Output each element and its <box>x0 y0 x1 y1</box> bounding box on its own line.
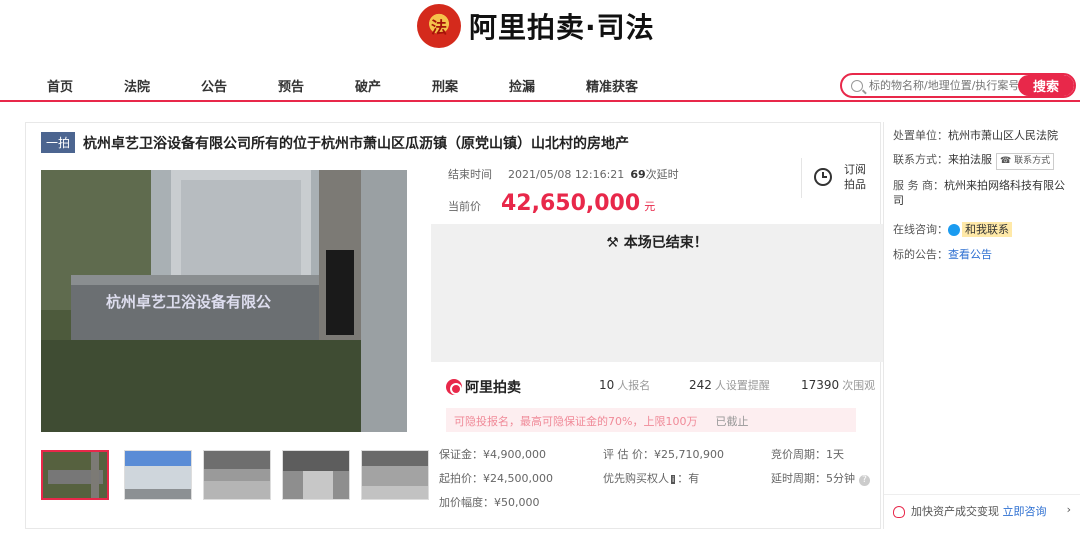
court-row: 处置单位：杭州市萧山区人民法院 <box>893 129 1058 142</box>
alibaba-auction-icon <box>446 379 462 395</box>
brand-logo[interactable]: 法 阿里拍卖·司法 <box>417 4 655 48</box>
deposit: 保证金：¥4,900,000 <box>439 448 546 461</box>
contact-method-button[interactable]: ☎ 联系方式 <box>996 153 1055 170</box>
thumbnail[interactable] <box>203 450 271 500</box>
service-row: 服 务 商：杭州来拍网络科技有限公司 <box>893 179 1065 207</box>
nav-preview[interactable]: 预告 <box>278 76 304 95</box>
current-price: 42,650,000 <box>501 191 641 216</box>
end-time-value: 2021/05/08 12:16:21 <box>508 168 625 181</box>
subscribe-button[interactable]: 订阅拍品 <box>801 158 881 198</box>
contact-row: 联系方式：来拍法服 ☎ 联系方式 <box>893 152 1055 170</box>
brand-name: 阿里拍卖·司法 <box>469 11 655 44</box>
views-stat: 17390 次围观 <box>801 378 876 392</box>
photo-thumbnails <box>41 450 429 500</box>
bulb-icon <box>893 506 905 518</box>
nav-bankruptcy[interactable]: 破产 <box>355 76 381 95</box>
delay-text: 次延时 <box>645 168 679 181</box>
price-unit: 元 <box>644 200 656 213</box>
lot-title-row: 一拍 杭州卓艺卫浴设备有限公司所有的位于杭州市萧山区瓜沥镇（原党山镇）山北村的房… <box>41 132 629 153</box>
auction-ended-text: ⚒ 本场已结束！ <box>606 235 708 251</box>
chevron-right-icon: › <box>1066 503 1071 516</box>
loan-notice[interactable]: 可隐投报名，最高可隐保证金的70%，上限100万 已截止 <box>446 408 856 432</box>
appraisal-price: 评 估 价：¥25,710,900 <box>603 448 724 461</box>
delay-count: 69 <box>630 168 646 181</box>
lot-title: 杭州卓艺卫浴设备有限公司所有的位于杭州市萧山区瓜沥镇（原党山镇）山北村的房地产 <box>83 135 630 152</box>
lot-card: 一拍 杭州卓艺卫浴设备有限公司所有的位于杭州市萧山区瓜沥镇（原党山镇）山北村的房… <box>25 122 883 529</box>
consult-now-link[interactable]: 立即咨询 <box>1003 505 1047 518</box>
auction-info: 结束时间 2021/05/08 12:16:21 69次延时 当前价 42,650,… <box>431 158 883 523</box>
svg-text:杭州卓艺卫浴设备有限公: 杭州卓艺卫浴设备有限公 <box>106 293 271 311</box>
alarm-clock-icon <box>814 168 832 186</box>
contact-me-button[interactable]: 和我联系 <box>962 222 1012 237</box>
price-label: 当前价 <box>448 200 481 213</box>
view-announcement-link[interactable]: 查看公告 <box>948 248 992 261</box>
site-header: 法 阿里拍卖·司法 <box>0 0 1080 68</box>
help-icon[interactable]: ? <box>859 475 870 486</box>
court-emblem-icon: 法 <box>417 4 461 48</box>
thumbnail[interactable] <box>361 450 429 500</box>
main-photo[interactable]: 杭州卓艺卫浴设备有限公 <box>41 170 407 432</box>
search-input[interactable] <box>869 79 1019 92</box>
nav-court[interactable]: 法院 <box>124 76 150 95</box>
info-badge-icon: i <box>671 475 676 484</box>
search-button[interactable]: 搜索 <box>1018 75 1074 96</box>
subscribe-label: 订阅拍品 <box>844 163 866 191</box>
consult-footer[interactable]: 加快资产成交变现 立即咨询 › <box>884 494 1080 529</box>
nav-criminal[interactable]: 刑案 <box>432 76 458 95</box>
reminders-stat: 242 人设置提醒 <box>689 378 770 392</box>
court-sidebar: 处置单位：杭州市萧山区人民法院 联系方式：来拍法服 ☎ 联系方式 服 务 商：杭州… <box>883 122 1080 529</box>
court-name[interactable]: 杭州市萧山区人民法院 <box>948 129 1058 142</box>
search-bar: 搜索 <box>840 73 1076 98</box>
nav-precise-leads[interactable]: 精准获客 <box>586 76 638 95</box>
gavel-icon: ⚒ <box>606 235 619 251</box>
end-time-row: 结束时间 2021/05/08 12:16:21 69次延时 <box>448 166 679 182</box>
nav-bargain[interactable]: 捡漏 <box>509 76 535 95</box>
platform-logo: 阿里拍卖 <box>446 377 521 397</box>
thumbnail[interactable] <box>124 450 192 500</box>
nav-announcement[interactable]: 公告 <box>201 76 227 95</box>
announcement-row: 标的公告：查看公告 <box>893 248 992 261</box>
nav-home[interactable]: 首页 <box>47 76 73 95</box>
auction-round-tag: 一拍 <box>41 132 76 153</box>
contact-name: 来拍法服 <box>948 153 992 166</box>
bid-increment: 加价幅度：¥50,000 <box>439 496 540 509</box>
notice-status: 已截止 <box>715 415 749 428</box>
thumbnail[interactable] <box>41 450 109 500</box>
thumbnail[interactable] <box>282 450 350 500</box>
auction-stats: 阿里拍卖 10 人报名 242 人设置提醒 17390 次围观 <box>431 365 883 405</box>
current-price-row: 当前价 42,650,000 元 <box>448 191 655 216</box>
delay-period: 延时周期：5分钟? <box>771 470 870 486</box>
bid-period: 竞价周期：1天 <box>771 448 844 461</box>
search-icon <box>851 79 863 92</box>
chat-icon <box>948 224 960 236</box>
start-price: 起拍价：¥24,500,000 <box>439 472 553 485</box>
auction-ended-panel: ⚒ 本场已结束！ <box>431 224 883 362</box>
consult-row: 在线咨询： 和我联系 <box>893 222 1012 237</box>
priority-buyer: 优先购买权人 i ：有 <box>603 472 700 485</box>
registrants-stat: 10 人报名 <box>599 378 651 392</box>
end-time-label: 结束时间 <box>448 168 492 181</box>
